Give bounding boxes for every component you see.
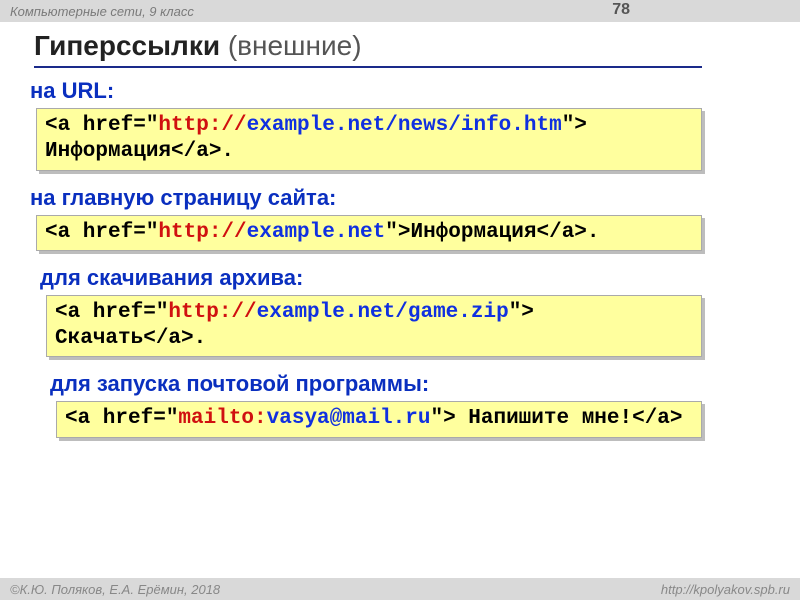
- title-rest: (внешние): [220, 30, 361, 61]
- section-label-0: на URL:: [30, 78, 772, 104]
- code-block-0: <a href="http://example.net/news/info.ht…: [36, 108, 702, 171]
- footer-copyright: ©К.Ю. Поляков, Е.А. Ерёмин, 2018: [10, 582, 220, 597]
- slide-header: Компьютерные сети, 9 класс 78: [0, 0, 800, 22]
- slide-title: Гиперссылки (внешние): [34, 30, 702, 68]
- footer-url: http://kpolyakov.spb.ru: [661, 582, 790, 597]
- code-block-2: <a href="http://example.net/game.zip"> С…: [46, 295, 702, 358]
- section-label-1: на главную страницу сайта:: [30, 185, 772, 211]
- page-number: 78: [612, 1, 630, 19]
- slide-footer: ©К.Ю. Поляков, Е.А. Ерёмин, 2018 http://…: [0, 578, 800, 600]
- section-label-2: для скачивания архива:: [40, 265, 772, 291]
- section-label-3: для запуска почтовой программы:: [50, 371, 772, 397]
- header-text: Компьютерные сети, 9 класс: [10, 4, 194, 19]
- slide-content: Гиперссылки (внешние) на URL: <a href="h…: [0, 22, 800, 438]
- code-block-3: <a href="mailto:vasya@mail.ru"> Напишите…: [56, 401, 702, 437]
- footer-left-text: К.Ю. Поляков, Е.А. Ерёмин, 2018: [20, 582, 221, 597]
- code-block-1: <a href="http://example.net">Информация<…: [36, 215, 702, 251]
- title-bold: Гиперссылки: [34, 30, 220, 61]
